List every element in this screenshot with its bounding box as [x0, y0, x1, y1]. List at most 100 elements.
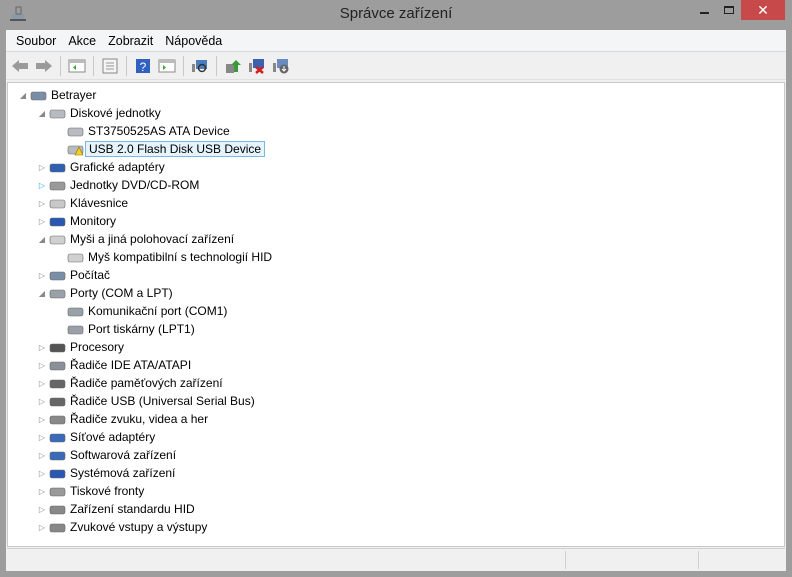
- scan-hardware-icon: [192, 59, 207, 72]
- tree-item[interactable]: ▷ Grafické adaptéry: [37, 158, 165, 176]
- dvd-icon: [49, 178, 66, 192]
- tree-item-label: Myši a jiná polohovací zařízení: [70, 232, 235, 246]
- expand-arrow-icon[interactable]: ▷: [37, 415, 47, 424]
- menu-bar: Soubor Akce Zobrazit Nápověda: [6, 30, 786, 52]
- expand-arrow-icon[interactable]: ▷: [37, 163, 47, 172]
- display-adapter-icon: [49, 160, 66, 174]
- uninstall-button[interactable]: [247, 56, 267, 76]
- collapse-arrow-icon[interactable]: ◢: [37, 289, 47, 298]
- update-driver-button[interactable]: [223, 56, 243, 76]
- mouse-icon: [67, 250, 84, 264]
- computer-icon: [49, 268, 66, 282]
- toolbar-separator: [126, 55, 127, 76]
- close-button[interactable]: ✕: [741, 0, 785, 20]
- expand-arrow-icon[interactable]: ▷: [37, 343, 47, 352]
- port-icon: [67, 322, 84, 336]
- menu-zobrazit[interactable]: Zobrazit: [102, 34, 159, 48]
- tree-item-label: Zařízení standardu HID: [70, 502, 195, 516]
- menu-soubor[interactable]: Soubor: [10, 34, 62, 48]
- expand-arrow-icon[interactable]: ▷: [37, 469, 47, 478]
- tree-item[interactable]: ▷ Síťové adaptéry: [37, 428, 155, 446]
- tree-item[interactable]: ▷ Řadiče IDE ATA/ATAPI: [37, 356, 191, 374]
- menu-napoveda[interactable]: Nápověda: [159, 34, 228, 48]
- ide-icon: [49, 358, 66, 372]
- computer-icon: [30, 88, 47, 102]
- disable-button[interactable]: [271, 56, 291, 76]
- tree-item[interactable]: Port tiskárny (LPT1): [55, 320, 195, 338]
- tree-item[interactable]: ▷ Monitory: [37, 212, 116, 230]
- tree-item[interactable]: ▷ Řadiče paměťových zařízení: [37, 374, 223, 392]
- back-button[interactable]: [10, 56, 30, 76]
- console-tree-button[interactable]: [67, 56, 87, 76]
- minimize-icon: [699, 12, 709, 14]
- svg-text:?: ?: [140, 60, 147, 74]
- toolbar-separator: [216, 55, 217, 76]
- expand-arrow-icon[interactable]: ▷: [37, 361, 47, 370]
- disk-icon: [49, 106, 66, 120]
- properties-button[interactable]: [100, 56, 120, 76]
- tree-item[interactable]: Komunikační port (COM1): [55, 302, 227, 320]
- expand-arrow-icon[interactable]: ▷: [37, 433, 47, 442]
- expand-arrow-icon[interactable]: ▷: [37, 199, 47, 208]
- show-hide-console-tree-icon: [68, 59, 86, 72]
- tree-item-label: Monitory: [70, 214, 117, 228]
- tree-item[interactable]: ◢ Betrayer: [18, 86, 96, 104]
- tree-item[interactable]: ◢ Diskové jednotky: [37, 104, 161, 122]
- scan-hardware-button[interactable]: [190, 56, 210, 76]
- expand-arrow-icon[interactable]: ▷: [37, 271, 47, 280]
- tree-item-label: Softwarová zařízení: [70, 448, 177, 462]
- expand-arrow-icon[interactable]: ▷: [37, 217, 47, 226]
- disable-icon: [273, 58, 289, 73]
- tree-item[interactable]: Myš kompatibilní s technologií HID: [55, 248, 272, 266]
- collapse-arrow-icon[interactable]: ◢: [37, 109, 47, 118]
- menu-akce[interactable]: Akce: [62, 34, 102, 48]
- tree-item-label: Komunikační port (COM1): [88, 304, 228, 318]
- expand-arrow-icon[interactable]: ▷: [37, 487, 47, 496]
- help-button[interactable]: ?: [133, 56, 153, 76]
- tree-item[interactable]: ◢ Porty (COM a LPT): [37, 284, 173, 302]
- tree-item[interactable]: ▷ Zařízení standardu HID: [37, 500, 195, 518]
- tree-item[interactable]: ▷ Řadiče zvuku, videa a her: [37, 410, 208, 428]
- expand-arrow-icon[interactable]: ▷: [37, 397, 47, 406]
- tree-item[interactable]: ◢ Myši a jiná polohovací zařízení: [37, 230, 234, 248]
- collapse-arrow-icon[interactable]: ◢: [37, 235, 47, 244]
- window: Soubor Akce Zobrazit Nápověda ? ◢ Betraye…: [6, 30, 786, 571]
- tree-item-selected[interactable]: USB 2.0 Flash Disk USB Device: [55, 140, 266, 158]
- forward-icon: [36, 59, 52, 72]
- minimize-button[interactable]: [690, 0, 718, 20]
- system-device-icon: [49, 466, 66, 480]
- tree-item[interactable]: ▷ Systémová zařízení: [37, 464, 175, 482]
- expand-arrow-icon[interactable]: ▷: [37, 181, 47, 190]
- tree-item[interactable]: ▷ Jednotky DVD/CD-ROM: [37, 176, 199, 194]
- tree-item[interactable]: ▷ Klávesnice: [37, 194, 128, 212]
- help-icon: ?: [136, 58, 150, 74]
- tree-item[interactable]: ▷ Řadiče USB (Universal Serial Bus): [37, 392, 255, 410]
- tree-item[interactable]: ST3750525AS ATA Device: [55, 122, 230, 140]
- expand-arrow-icon[interactable]: ▷: [37, 451, 47, 460]
- device-tree[interactable]: ◢ Betrayer ◢ Diskové jednotky ST3750525AS AT…: [7, 82, 785, 547]
- action-pane-button[interactable]: [157, 56, 177, 76]
- tree-item[interactable]: ▷ Softwarová zařízení: [37, 446, 176, 464]
- title-bar: Správce zařízení ✕: [0, 0, 792, 30]
- maximize-icon: [724, 6, 734, 14]
- disk-icon: [67, 124, 84, 138]
- software-device-icon: [49, 448, 66, 462]
- tree-item[interactable]: ▷ Procesory: [37, 338, 124, 356]
- tree-item[interactable]: ▷ Tiskové fronty: [37, 482, 144, 500]
- collapse-arrow-icon[interactable]: ◢: [18, 91, 28, 100]
- storage-controller-icon: [49, 376, 66, 390]
- tree-item[interactable]: ▷ Počítač: [37, 266, 110, 284]
- speaker-icon: [49, 520, 66, 534]
- expand-arrow-icon[interactable]: ▷: [37, 505, 47, 514]
- tree-item-label: Síťové adaptéry: [70, 430, 156, 444]
- toolbar-separator: [93, 55, 94, 76]
- expand-arrow-icon[interactable]: ▷: [37, 379, 47, 388]
- tree-item-label: Řadiče zvuku, videa a her: [70, 412, 209, 426]
- forward-button[interactable]: [34, 56, 54, 76]
- maximize-button[interactable]: [718, 0, 740, 20]
- tree-item-label: Port tiskárny (LPT1): [88, 322, 195, 336]
- expand-arrow-icon[interactable]: ▷: [37, 523, 47, 532]
- tree-item-label: Řadiče IDE ATA/ATAPI: [70, 358, 192, 372]
- tree-item[interactable]: ▷ Zvukové vstupy a výstupy: [37, 518, 207, 536]
- network-icon: [49, 430, 66, 444]
